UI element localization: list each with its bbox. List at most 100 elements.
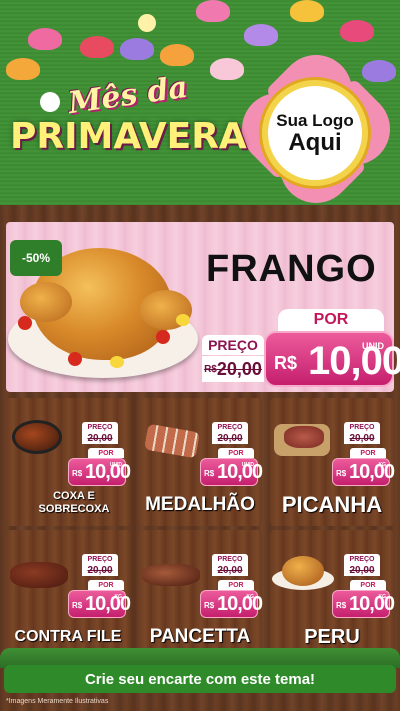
flower-decoration: [80, 36, 114, 58]
product-name: COXA E SOBRECOXA: [38, 490, 110, 515]
tomato-garnish: [18, 316, 32, 330]
price-unit: UNID: [241, 462, 254, 468]
preco-label: PREÇO: [212, 554, 248, 564]
new-price-badge: R$ 10,00 KG: [68, 590, 131, 618]
new-price-badge: R$ 10,00 UNID: [68, 458, 131, 486]
flower-decoration: [210, 58, 244, 80]
featured-product-name: FRANGO: [206, 248, 377, 290]
disclaimer-text: *Imagens Meramente Ilustrativas: [6, 698, 109, 705]
preco-label: PREÇO: [202, 335, 264, 355]
old-price-currency: R$: [204, 363, 217, 375]
flower-decoration: [244, 24, 278, 46]
product-card: PREÇO 20,00 POR R$ 10,00 KG PANCETTA: [138, 530, 263, 658]
product-card: PREÇO 20,00 POR R$ 10,00 UNID COXA E SOB…: [6, 398, 131, 526]
por-label: POR: [88, 448, 124, 458]
product-name: PICANHA: [281, 492, 383, 517]
product-card: PREÇO 20,00 POR R$ 10,00 KG PICANHA: [270, 398, 395, 526]
logo-placeholder: Sua Logo Aqui: [262, 80, 368, 186]
header-banner: Mês da PRIMAVERA Sua Logo Aqui: [0, 0, 400, 205]
title-main: PRIMAVERA: [10, 116, 247, 157]
new-price-currency: R$: [72, 469, 83, 478]
old-price-value: 20,00: [217, 432, 243, 444]
picanha-meat: [284, 426, 324, 448]
product-card: PREÇO 20,00 POR R$ 10,00 KG CONTRA FILE: [6, 530, 131, 658]
price-unit: KG: [114, 594, 123, 600]
new-price-value: 10,00: [85, 593, 131, 615]
discount-badge: -50%: [10, 240, 62, 276]
por-label: POR: [88, 580, 124, 590]
lemon-garnish: [110, 356, 124, 368]
preco-label: PREÇO: [82, 554, 118, 564]
old-price: 20,00: [82, 432, 118, 444]
old-price-value: 20,00: [349, 564, 375, 576]
product-name: MEDALHÃO: [145, 494, 255, 515]
campaign-title: Mês da PRIMAVERA: [10, 70, 250, 168]
flower-decoration: [138, 14, 156, 32]
por-label: POR: [218, 580, 254, 590]
new-price-currency: R$: [204, 601, 215, 610]
flower-decoration: [28, 28, 62, 50]
product-card: PREÇO 20,00 POR R$ 10,00 UNID MEDALHÃO: [138, 398, 263, 526]
new-price-currency: R$: [336, 601, 347, 610]
new-price-value: 10,00: [217, 593, 263, 615]
new-price-value: 10,00: [217, 461, 263, 483]
new-price-currency: R$: [72, 601, 83, 610]
price-unit: KG: [378, 462, 387, 468]
price-unit: UNID: [109, 462, 122, 468]
old-price-value: 20,00: [87, 432, 113, 444]
new-price-value: 10,00: [85, 461, 131, 483]
old-price-value: 20,00: [349, 432, 375, 444]
flower-decoration: [160, 44, 194, 66]
new-price-value: 10,00: [349, 461, 395, 483]
preco-label: PREÇO: [344, 422, 380, 432]
flower-decoration: [120, 38, 154, 60]
product-name: CONTRA FILE: [14, 628, 122, 645]
skewers-image: [144, 423, 200, 459]
por-label: POR: [278, 309, 384, 331]
steak-image: [10, 562, 68, 588]
old-price: 20,00: [212, 564, 248, 576]
flower-decoration: [196, 0, 230, 22]
old-price: 20,00: [82, 564, 118, 576]
flower-decoration: [6, 58, 40, 80]
price-unit: KG: [246, 594, 255, 600]
title-script: Mês da: [66, 69, 190, 122]
product-name: PANCETTA: [149, 626, 251, 647]
new-price-badge: R$ 10,00 KG: [332, 590, 395, 618]
preco-label: PREÇO: [344, 554, 380, 564]
product-name: PERU: [304, 626, 360, 648]
old-price: R$ 20,00: [202, 356, 264, 382]
por-label: POR: [350, 580, 386, 590]
tomato-garnish: [156, 330, 170, 344]
new-price-badge: R$ 10,00 UNID: [264, 331, 400, 387]
lemon-garnish: [176, 314, 190, 326]
cta-button[interactable]: Crie seu encarte com este tema!: [4, 665, 396, 693]
preco-label: PREÇO: [212, 422, 248, 432]
tomato-garnish: [68, 352, 82, 366]
logo-text-line1: Sua Logo: [276, 110, 354, 130]
new-price-badge: R$ 10,00 KG: [332, 458, 395, 486]
price-unit: KG: [378, 594, 387, 600]
pancetta-image: [142, 564, 200, 586]
logo-text-line2: Aqui: [288, 128, 342, 156]
new-price-currency: R$: [204, 469, 215, 478]
new-price-currency: R$: [274, 353, 298, 373]
new-price-value: 10,00: [308, 339, 400, 383]
flower-decoration: [290, 0, 324, 22]
old-price-value: 20,00: [216, 358, 262, 379]
new-price-badge: R$ 10,00 KG: [200, 590, 263, 618]
chicken-pot-image: [12, 420, 62, 454]
preco-label: PREÇO: [82, 422, 118, 432]
flyer-page: Mês da PRIMAVERA Sua Logo Aqui -50% FRAN…: [0, 0, 400, 711]
roast-turkey-image: [282, 556, 324, 586]
old-price-value: 20,00: [217, 564, 243, 576]
old-price: 20,00: [344, 432, 380, 444]
old-price-value: 20,00: [87, 564, 113, 576]
new-price-badge: R$ 10,00 UNID: [200, 458, 263, 486]
product-card: PREÇO 20,00 POR R$ 10,00 KG PERU: [270, 530, 395, 658]
old-price: 20,00: [344, 564, 380, 576]
new-price-value: 10,00: [349, 593, 395, 615]
price-unit: UNID: [362, 341, 384, 351]
new-price-currency: R$: [336, 469, 347, 478]
por-label: POR: [218, 448, 254, 458]
